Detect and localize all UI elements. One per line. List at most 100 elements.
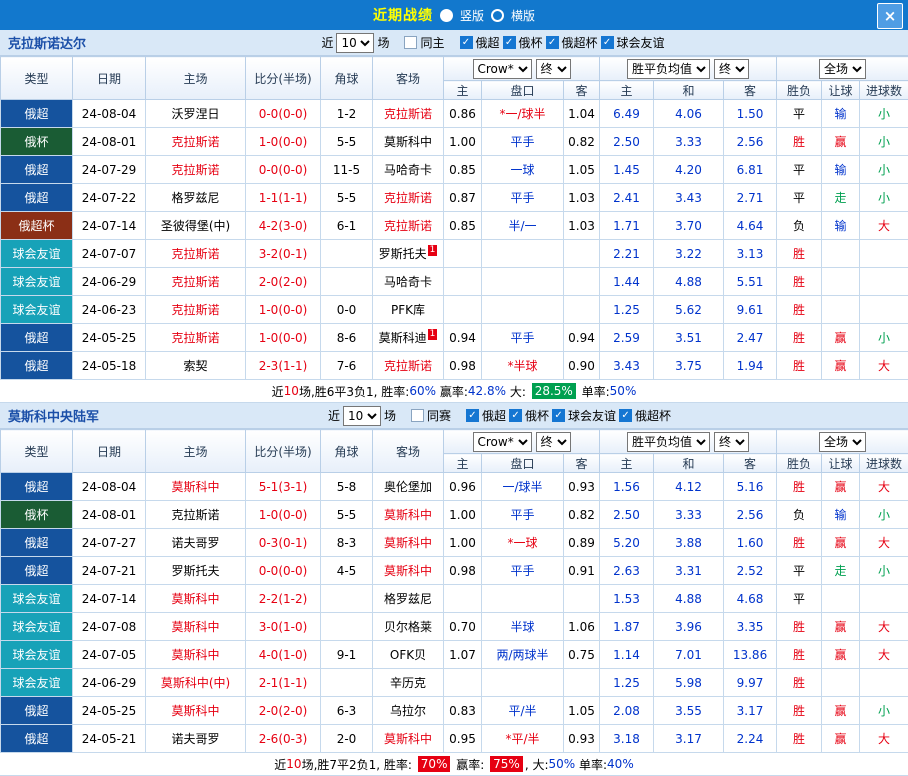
handicap-cell <box>482 268 564 296</box>
europe-odds-header: 胜平负均值终 <box>600 57 777 81</box>
match-count-select[interactable]: 10 <box>343 406 381 426</box>
league-filter-checkbox[interactable]: ✓ <box>460 36 473 49</box>
europe-draw-odds: 3.31 <box>654 557 724 585</box>
away-team-cell: 奥伦堡加 <box>373 473 444 501</box>
column-header: 比分(半场) <box>246 430 321 473</box>
close-button[interactable]: × <box>877 3 903 29</box>
summary-segment: 42.8% <box>468 384 506 398</box>
asian-odds-source-select[interactable]: Crow* <box>473 432 532 452</box>
home-team-cell: 莫斯科中(中) <box>146 669 246 697</box>
landscape-radio[interactable] <box>491 9 504 22</box>
summary-row: 近10场,胜6平3负1, 胜率:60% 赢率:42.8% 大: 28.5% 单率… <box>0 380 908 403</box>
league-badge: 球会友谊 <box>1 240 73 268</box>
result-cell: 胜 <box>777 324 822 352</box>
handicap-cell <box>482 669 564 697</box>
home-team-cell: 莫斯科中 <box>146 697 246 725</box>
league-filter-checkbox[interactable]: ✓ <box>601 36 614 49</box>
goals-cell: 小 <box>860 128 908 156</box>
result-cell: 胜 <box>777 641 822 669</box>
portrait-radio-label[interactable]: 竖版 <box>460 7 484 24</box>
goals-cell: 小 <box>860 100 908 128</box>
league-badge: 俄超 <box>1 473 73 501</box>
asian-home-odds <box>444 296 482 324</box>
date-cell: 24-07-14 <box>73 212 146 240</box>
corner-cell: 6-1 <box>321 212 373 240</box>
handicap-result-cell: 输 <box>822 156 860 184</box>
asian-home-odds: 0.95 <box>444 725 482 753</box>
europe-away-odds: 4.64 <box>724 212 777 240</box>
asian-odds-source-select[interactable]: Crow* <box>473 59 532 79</box>
asian-odds-state-select[interactable]: 终 <box>536 59 571 79</box>
score-cell: 0-0(0-0) <box>246 100 321 128</box>
summary-segment: 近 <box>274 756 286 773</box>
europe-odds-source-select[interactable]: 胜平负均值 <box>627 59 710 79</box>
date-cell: 24-08-04 <box>73 100 146 128</box>
europe-away-odds: 9.97 <box>724 669 777 697</box>
match-row: 俄超24-07-21罗斯托夫0-0(0-0)4-5莫斯科中0.98平手0.912… <box>1 557 908 585</box>
europe-draw-odds: 7.01 <box>654 641 724 669</box>
europe-odds-state-select[interactable]: 终 <box>714 432 749 452</box>
match-row: 球会友谊24-07-14莫斯科中2-2(1-2)格罗兹尼1.534.884.68… <box>1 585 908 613</box>
europe-odds-source-select[interactable]: 胜平负均值 <box>627 432 710 452</box>
away-team-cell: 莫斯科迪1 <box>373 324 444 352</box>
league-filter-checkbox[interactable]: ✓ <box>503 36 516 49</box>
away-team-cell: 莫斯科中 <box>373 725 444 753</box>
league-filter-checkbox[interactable]: ✓ <box>466 409 479 422</box>
same-filter-checkbox[interactable] <box>404 36 417 49</box>
home-team-cell: 克拉斯诺 <box>146 296 246 324</box>
match-row: 俄超杯24-07-14圣彼得堡(中)4-2(3-0)6-1克拉斯诺0.85半/一… <box>1 212 908 240</box>
match-row: 俄超24-05-25克拉斯诺1-0(0-0)8-6莫斯科迪10.94平手0.94… <box>1 324 908 352</box>
europe-away-odds: 5.51 <box>724 268 777 296</box>
away-team-cell: OFK贝 <box>373 641 444 669</box>
asian-odds-state-select[interactable]: 终 <box>536 432 571 452</box>
asian-home-odds: 1.07 <box>444 641 482 669</box>
date-cell: 24-07-05 <box>73 641 146 669</box>
europe-draw-odds: 5.98 <box>654 669 724 697</box>
league-badge: 俄超 <box>1 100 73 128</box>
summary-segment: 近 <box>272 383 284 400</box>
away-team-cell: 格罗兹尼 <box>373 585 444 613</box>
league-filter-checkbox[interactable]: ✓ <box>552 409 565 422</box>
away-team-cell: 莫斯科中 <box>373 529 444 557</box>
europe-away-odds: 2.56 <box>724 128 777 156</box>
same-filter-checkbox[interactable] <box>411 409 424 422</box>
asian-home-odds: 0.98 <box>444 352 482 380</box>
match-row: 球会友谊24-06-23克拉斯诺1-0(0-0)0-0PFK库1.255.629… <box>1 296 908 324</box>
europe-odds-state-select[interactable]: 终 <box>714 59 749 79</box>
europe-home-odds: 1.56 <box>600 473 654 501</box>
corner-cell <box>321 585 373 613</box>
handicap-cell: 一球 <box>482 156 564 184</box>
sub-column-header: 主 <box>444 81 482 100</box>
europe-home-odds: 2.08 <box>600 697 654 725</box>
home-team-cell: 沃罗涅日 <box>146 100 246 128</box>
summary-segment: 场,胜7平2负1, 胜率: <box>302 756 416 773</box>
europe-draw-odds: 4.88 <box>654 268 724 296</box>
score-cell: 2-2(1-2) <box>246 585 321 613</box>
handicap-cell <box>482 296 564 324</box>
match-row: 俄超24-05-21诺夫哥罗2-6(0-3)2-0莫斯科中0.95*平/半0.9… <box>1 725 908 753</box>
league-badge: 球会友谊 <box>1 268 73 296</box>
portrait-radio[interactable] <box>440 9 453 22</box>
europe-home-odds: 2.21 <box>600 240 654 268</box>
away-team-cell: 克拉斯诺 <box>373 184 444 212</box>
matches-table: 类型日期主场比分(半场)角球客场Crow*终胜平负均值终全场主盘口客主和客胜负让… <box>0 429 908 753</box>
score-cell: 2-3(1-1) <box>246 352 321 380</box>
away-team-cell: 乌拉尔 <box>373 697 444 725</box>
date-cell: 24-07-07 <box>73 240 146 268</box>
corner-cell <box>321 669 373 697</box>
league-filter-checkbox[interactable]: ✓ <box>509 409 522 422</box>
europe-away-odds: 5.16 <box>724 473 777 501</box>
corner-cell: 5-8 <box>321 473 373 501</box>
europe-home-odds: 1.87 <box>600 613 654 641</box>
league-filter-checkbox[interactable]: ✓ <box>546 36 559 49</box>
league-filter-checkbox[interactable]: ✓ <box>619 409 632 422</box>
landscape-radio-label[interactable]: 横版 <box>511 7 535 24</box>
period-select[interactable]: 全场 <box>819 432 866 452</box>
league-filter-label: 俄杯 <box>525 407 549 424</box>
result-cell: 胜 <box>777 473 822 501</box>
match-count-select[interactable]: 10 <box>336 33 374 53</box>
result-cell: 胜 <box>777 240 822 268</box>
handicap-result-cell: 输 <box>822 100 860 128</box>
league-badge: 俄超杯 <box>1 212 73 240</box>
period-select[interactable]: 全场 <box>819 59 866 79</box>
